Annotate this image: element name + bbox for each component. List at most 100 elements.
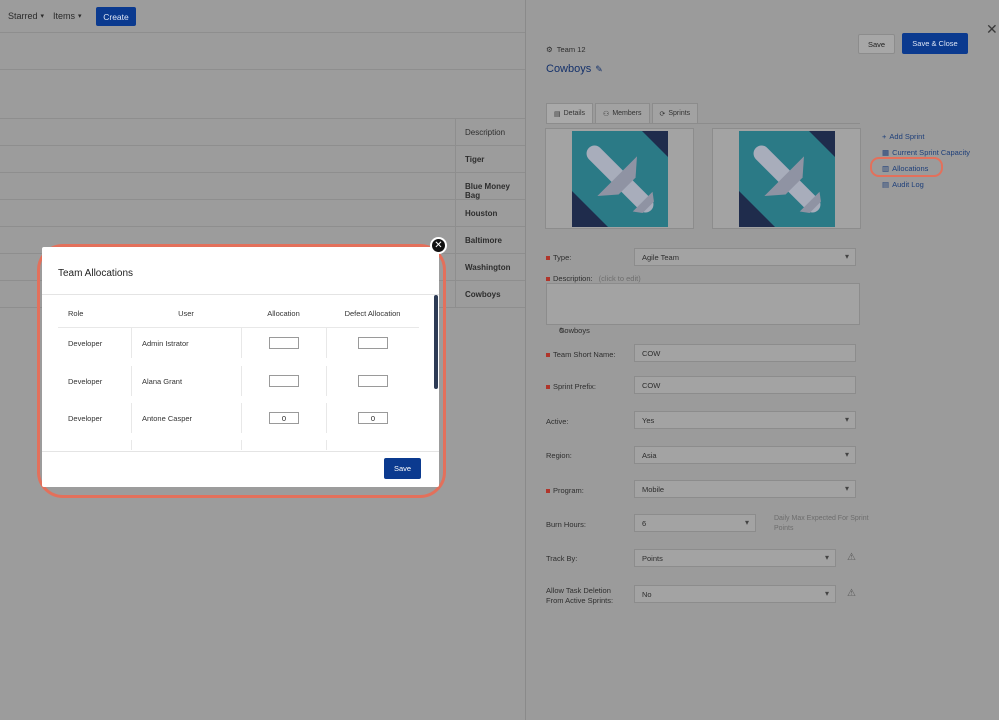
log-icon: ▤ [882,179,890,189]
allow-task-deletion-select[interactable]: No [634,585,836,603]
defect-allocation-input[interactable] [358,375,388,387]
defect-allocation-cell: 0 [326,403,419,433]
allocation-input[interactable] [269,375,299,387]
sprint-prefix-input[interactable]: COW [634,376,856,394]
table-row: Developer Admin Istrator [58,328,419,358]
description-field[interactable]: Cowboys ✎ [546,283,860,335]
divider [42,451,439,452]
required-marker [546,276,550,281]
modal-save-button[interactable]: Save [384,458,421,479]
top-nav-bar: Starred ▾ Items ▾ Create [0,0,525,33]
tab-sprints[interactable]: ⟳ Sprints [651,103,699,123]
region-select[interactable]: Asia [634,446,856,464]
divider [0,118,525,119]
tab-details[interactable]: ▤ Details [546,103,594,123]
airplane-image-icon [738,130,835,227]
details-icon: ▤ [554,110,561,118]
create-button[interactable]: Create [96,7,136,26]
table-cell-description[interactable]: Washington [465,263,510,272]
defect-allocation-cell [326,440,419,450]
track-by-select[interactable]: Points [634,549,836,567]
sprints-icon: ⟳ [659,110,666,118]
edit-pencil-icon[interactable]: ✎ [595,64,603,75]
short-name-input[interactable]: COW [634,344,856,362]
close-icon[interactable]: ✕ [986,21,998,38]
tab-label: Details [563,110,586,117]
allocation-cell [241,366,326,396]
warning-icon: ⚠ [847,552,856,563]
tab-members[interactable]: ⚇ Members [595,103,650,123]
defect-allocation-input[interactable] [358,337,388,349]
team-id-label: ⚙ Team 12 [546,45,586,54]
role-cell: Developer [68,413,103,423]
track-by-label: Track By: [546,554,578,563]
calendar-icon: ▦ [882,147,890,157]
divider [0,145,525,146]
divider [0,172,525,173]
column-divider [455,118,456,308]
chevron-down-icon: ▾ [78,13,82,20]
required-marker [546,384,550,389]
active-label: Active: [546,417,569,426]
team-name-title[interactable]: Cowboys ✎ [546,63,603,75]
tabs-divider [546,123,860,124]
allocation-input[interactable] [269,337,299,349]
label-text: Team Short Name: [553,350,616,359]
defect-allocation-cell [326,328,419,358]
allow-task-deletion-label: Allow Task Deletion From Active Sprints: [546,586,614,605]
defect-allocation-input[interactable]: 0 [358,412,388,424]
table-cell-description[interactable]: Tiger [465,155,484,164]
link-label: Current Sprint Capacity [892,147,971,157]
detail-tabs: ▤ Details ⚇ Members ⟳ Sprints [546,103,699,123]
burn-hours-select[interactable]: 6 [634,514,756,532]
type-select[interactable]: Agile Team [634,248,856,266]
column-header-role: Role [68,309,84,318]
active-select[interactable]: Yes [634,411,856,429]
plus-icon: + [882,131,887,141]
type-label: Type: [546,253,571,262]
burn-hours-note: Daily Max Expected For Sprint Points [774,515,869,532]
table-row: Developer Alana Grant [58,366,419,396]
table-cell-description[interactable]: Houston [465,209,497,218]
audit-log-link[interactable]: ▤ Audit Log [882,176,970,192]
team-name-text: Cowboys [546,63,592,75]
grid-scrollbar[interactable] [434,295,438,389]
divider [0,69,525,70]
save-button[interactable]: Save [858,34,895,54]
table-row [58,440,419,450]
table-cell-description[interactable]: Cowboys [465,290,501,299]
add-sprint-link[interactable]: + Add Sprint [882,128,970,144]
table-cell-description[interactable]: Blue Money Bag [465,182,525,200]
team-icon: ⚙ [546,45,553,54]
allocation-cell [241,440,326,450]
save-and-close-button[interactable]: Save & Close [902,33,968,54]
items-menu[interactable]: Items ▾ [53,11,82,21]
program-select[interactable]: Mobile [634,480,856,498]
description-column-header[interactable]: Description [465,128,505,137]
link-label: Audit Log [892,179,924,189]
starred-menu[interactable]: Starred ▾ [8,11,44,21]
team-image-slot[interactable] [545,128,694,229]
table-cell-description[interactable]: Baltimore [465,236,502,245]
starred-label: Starred [8,11,38,21]
team-image-slot[interactable] [712,128,861,229]
divider [42,294,439,295]
sprint-prefix-label: Sprint Prefix: [546,382,596,391]
tab-label: Sprints [668,110,691,117]
table-row: Developer Antone Casper 0 0 [58,403,419,433]
user-cell: Admin Istrator [131,328,241,358]
user-cell [131,440,241,450]
grid-header: Role User Allocation Defect Allocation [58,300,419,328]
allocations-highlight [870,157,943,177]
required-marker [546,488,550,493]
description-label: Description: (click to edit) [546,274,641,283]
modal-title: Team Allocations [58,268,134,279]
column-header-allocation: Allocation [267,309,300,318]
team-id-text: Team 12 [556,45,586,54]
team-allocations-modal: Team Allocations Role User Allocation De… [42,247,439,487]
members-icon: ⚇ [603,110,610,118]
modal-close-icon[interactable]: ✕ [430,237,447,254]
warning-icon: ⚠ [847,588,856,599]
label-text: Type: [553,253,572,262]
allocation-input[interactable]: 0 [269,412,299,424]
